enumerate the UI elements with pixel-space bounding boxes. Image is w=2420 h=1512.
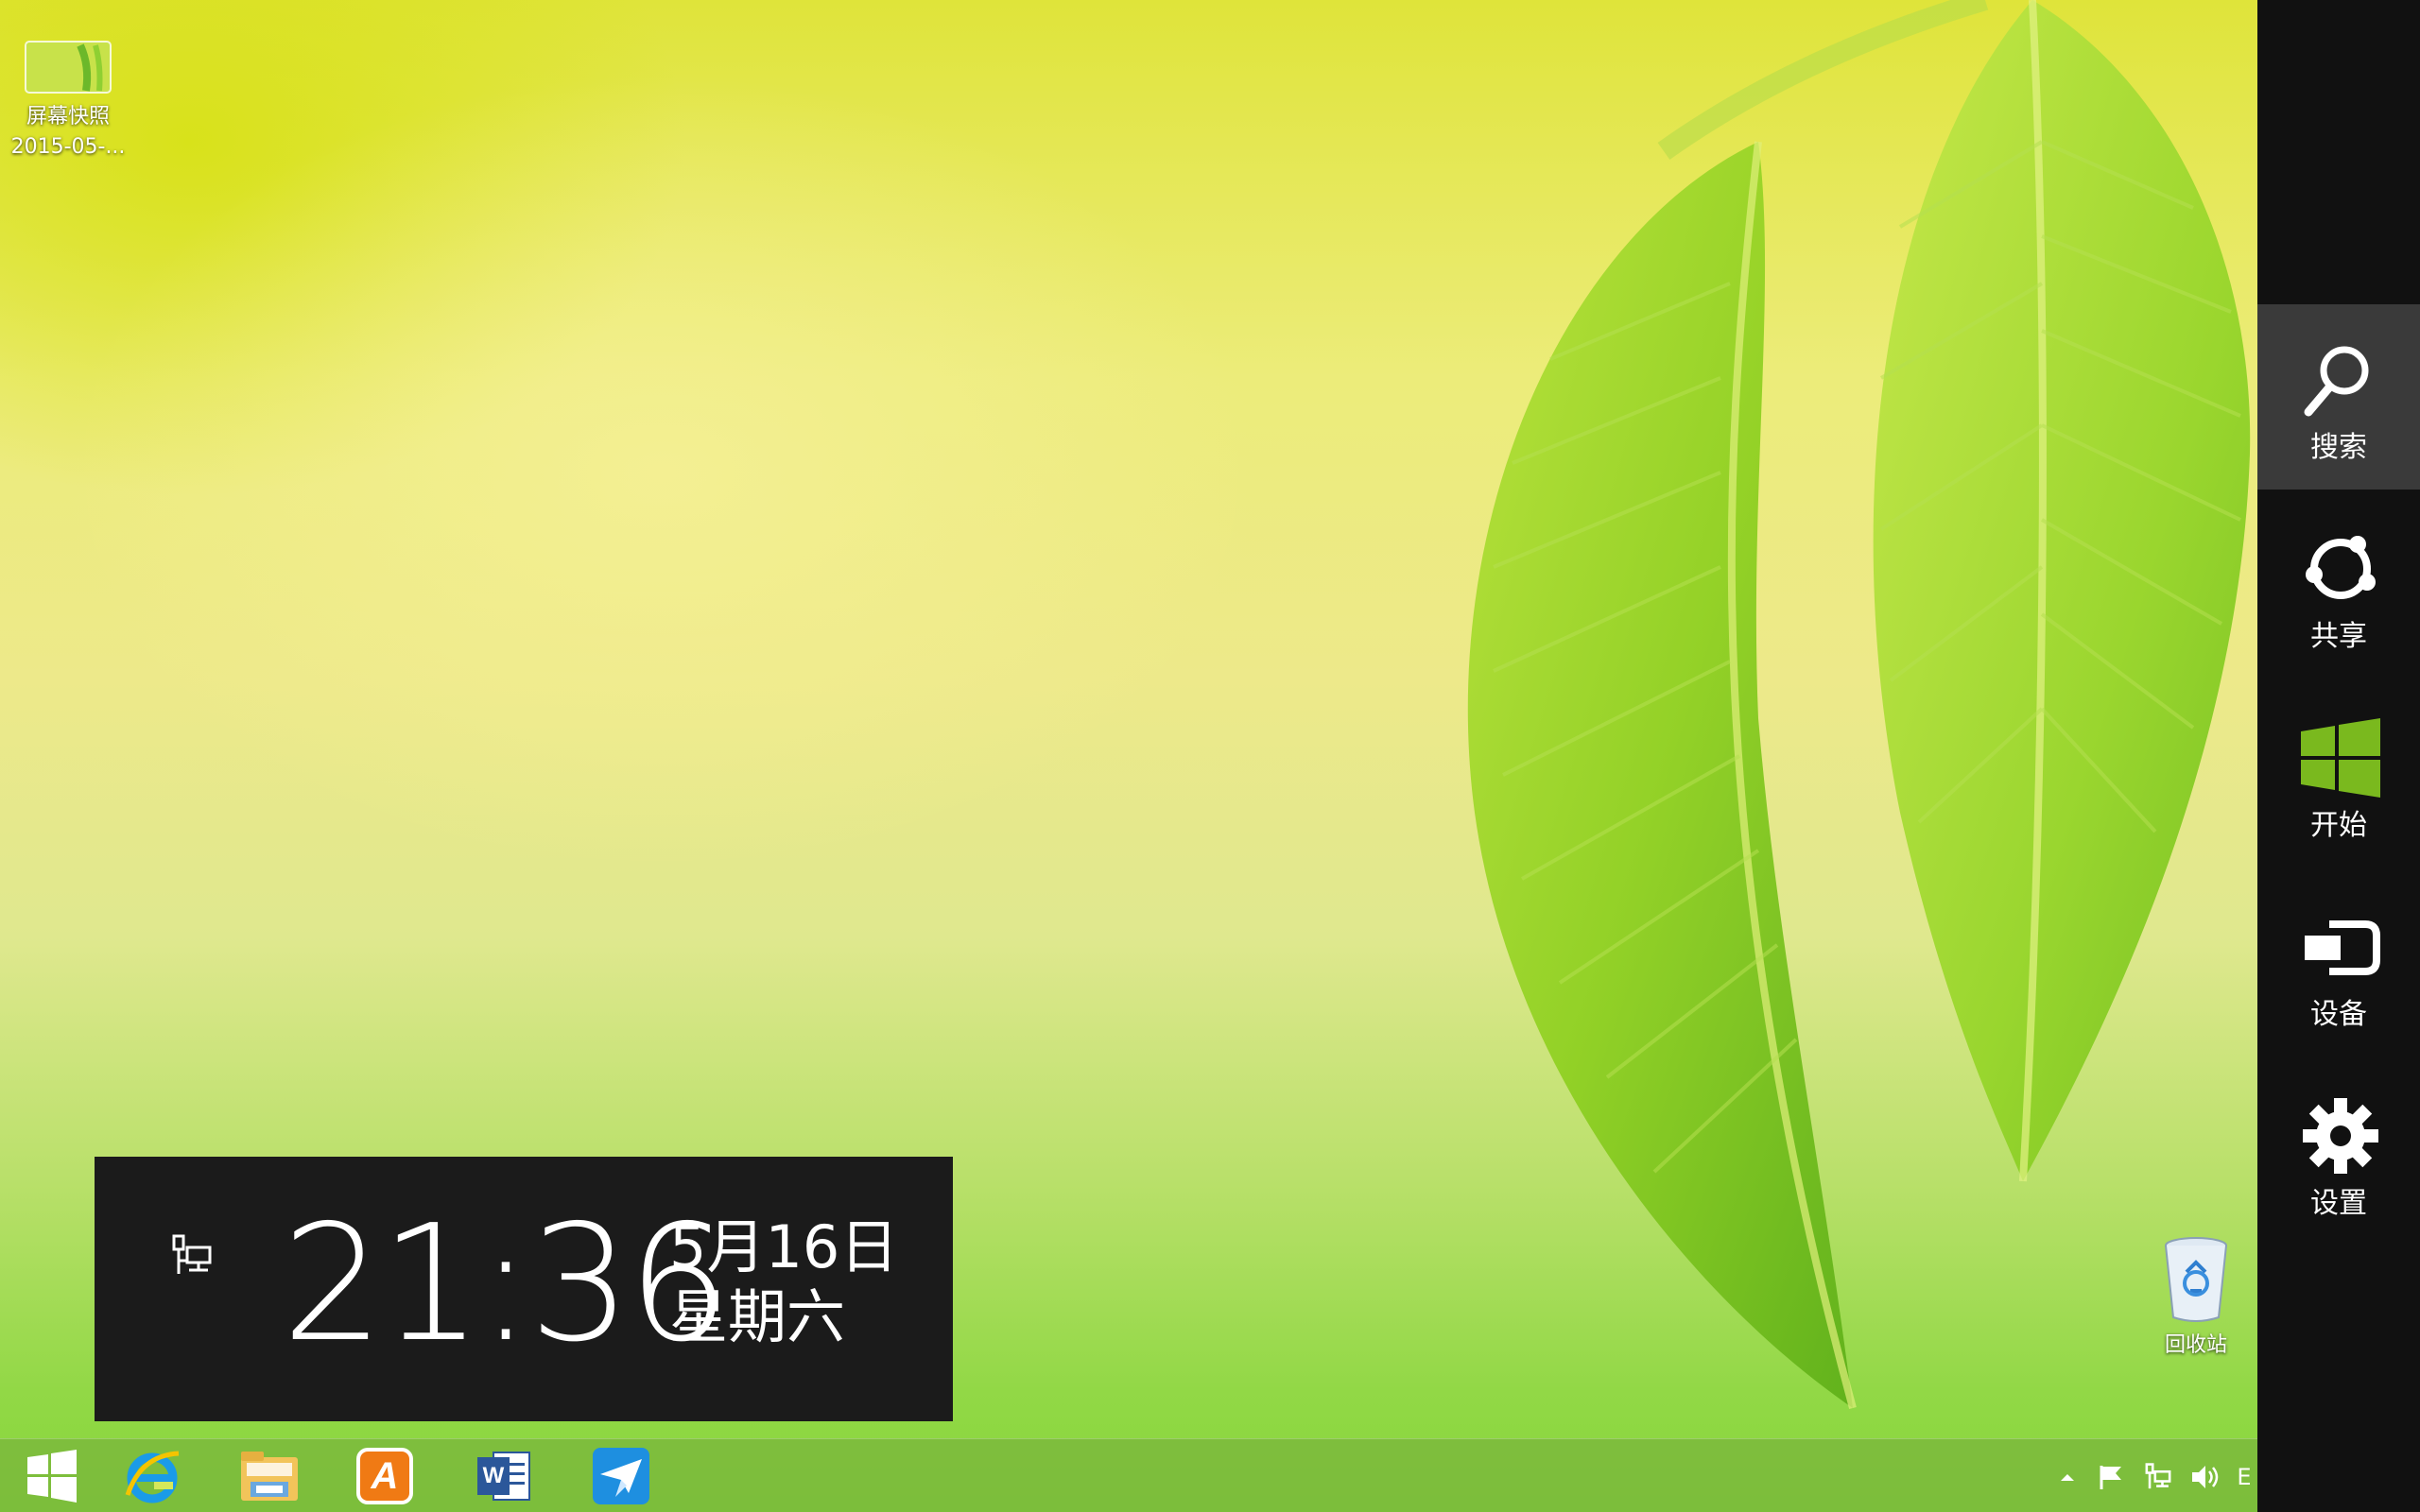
network-tray-icon [2145, 1463, 2171, 1489]
desktop-wallpaper: 屏幕快照 2015-05-... 回收站 21:36 5月16日 星期六 A W… [0, 0, 2257, 1512]
taskbar-app-a[interactable]: A [333, 1445, 437, 1507]
speaker-icon [2192, 1466, 2219, 1488]
folder-icon [241, 1452, 298, 1501]
windows-logo-icon [27, 1450, 77, 1503]
taskbar-internet-explorer[interactable] [100, 1445, 204, 1507]
desktop-icon-recycle-bin[interactable]: 回收站 [2130, 1234, 2257, 1361]
desktop-icon-label-line2: 2015-05-... [10, 135, 126, 159]
charm-settings[interactable]: 设置 [2257, 1060, 2420, 1246]
volume-button[interactable] [2184, 1456, 2227, 1498]
desktop-icon-screenshot[interactable]: 屏幕快照 2015-05-... [2, 38, 134, 163]
network-icon [168, 1232, 216, 1280]
start-button[interactable] [0, 1445, 104, 1507]
image-file-icon [24, 38, 112, 96]
charm-search[interactable]: 搜索 [2257, 304, 2420, 490]
charm-share-label: 共享 [2310, 620, 2367, 653]
clock-time: 21:36 [282, 1191, 730, 1378]
bird-app-icon [593, 1448, 649, 1504]
recycle-bin-icon [2158, 1234, 2234, 1325]
charm-start-label: 开始 [2310, 809, 2367, 842]
recycle-bin-label: 回收站 [2164, 1333, 2227, 1357]
charm-devices-label: 设备 [2310, 998, 2367, 1031]
taskbar-feiq[interactable] [569, 1445, 673, 1507]
action-center-button[interactable] [2089, 1456, 2133, 1498]
word-icon: W [475, 1448, 532, 1504]
charm-devices[interactable]: 设备 [2257, 871, 2420, 1057]
windows-start-icon [2301, 718, 2380, 798]
flag-icon [2100, 1466, 2121, 1489]
clock-panel: 21:36 5月16日 星期六 [95, 1157, 953, 1421]
clock-date: 5月16日 [669, 1212, 899, 1281]
charm-start[interactable]: 开始 [2257, 682, 2420, 868]
devices-icon [2305, 920, 2380, 975]
charms-bar: 搜索 共享 开始 设备 设置 [2257, 0, 2420, 1512]
word-letter: W [482, 1463, 505, 1488]
clock-weekday: 星期六 [669, 1282, 846, 1351]
taskbar-file-explorer[interactable] [217, 1445, 321, 1507]
app-a-icon: A [356, 1448, 413, 1504]
search-icon [2304, 346, 2369, 417]
show-hidden-icons-button[interactable] [2051, 1456, 2083, 1498]
network-tray-button[interactable] [2136, 1456, 2180, 1498]
taskbar-word[interactable]: W [452, 1445, 556, 1507]
charm-settings-label: 设置 [2310, 1187, 2367, 1220]
internet-explorer-icon [125, 1451, 180, 1503]
share-icon [2306, 536, 2376, 599]
desktop-icon-label-line1: 屏幕快照 [26, 105, 110, 129]
input-language-indicator[interactable]: E [2231, 1456, 2257, 1498]
charm-search-label: 搜索 [2310, 431, 2367, 464]
charm-share[interactable]: 共享 [2257, 493, 2420, 679]
taskbar: A W E [0, 1438, 2257, 1512]
gear-icon [2303, 1098, 2378, 1174]
app-a-letter: A [371, 1454, 399, 1497]
chevron-up-icon [2061, 1474, 2074, 1481]
